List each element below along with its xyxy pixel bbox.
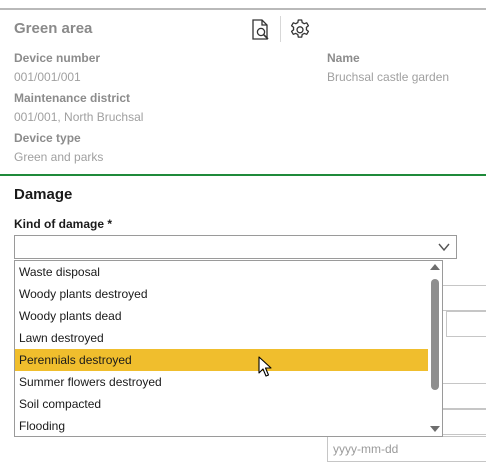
section-divider [0,174,486,176]
panel-top-border [0,8,486,10]
dropdown-option-summer-flowers-destroyed[interactable]: Summer flowers destroyed [15,371,429,393]
kind-of-damage-select[interactable] [14,235,457,259]
dropdown-option-woody-plants-dead[interactable]: Woody plants dead [15,305,429,327]
background-field[interactable] [442,285,486,311]
background-field[interactable] [446,311,486,337]
document-search-icon [252,19,269,40]
name-label: Name [327,51,360,65]
dropdown-option-waste-disposal[interactable]: Waste disposal [15,261,429,283]
device-number-value: 001/001/001 [14,70,81,84]
background-field[interactable] [442,409,486,435]
device-type-label: Device type [14,131,81,145]
kind-of-damage-dropdown: Waste disposal Woody plants destroyed Wo… [14,260,443,437]
panel-title: Green area [14,20,93,37]
background-field[interactable] [442,383,486,409]
scrollbar-thumb[interactable] [431,279,439,390]
name-value: Bruchsal castle garden [327,70,450,84]
date-placeholder: yyyy-mm-dd [333,442,399,456]
device-number-label: Device number [14,51,101,65]
settings-button[interactable] [288,16,312,44]
chevron-down-icon[interactable] [436,239,452,255]
dropdown-option-woody-plants-destroyed[interactable]: Woody plants destroyed [15,283,429,305]
document-search-button[interactable] [249,16,273,44]
mouse-cursor-icon [258,356,272,377]
dropdown-option-perennials-destroyed[interactable]: Perennials destroyed [15,349,429,371]
device-type-value: Green and parks [14,150,104,164]
scroll-down-arrow-icon[interactable] [430,426,440,432]
kind-of-damage-label: Kind of damage * [14,217,113,231]
maintenance-district-value: 001/001, North Bruchsal [14,110,144,124]
maintenance-district-label: Maintenance district [14,91,131,105]
scroll-up-arrow-icon[interactable] [430,264,440,270]
damage-section-title: Damage [14,186,73,203]
toolbar-separator [280,16,281,42]
dropdown-option-lawn-destroyed[interactable]: Lawn destroyed [15,327,429,349]
dropdown-option-flooding[interactable]: Flooding [15,415,429,436]
dropdown-option-soil-compacted[interactable]: Soil compacted [15,393,429,415]
gear-icon [290,19,310,38]
